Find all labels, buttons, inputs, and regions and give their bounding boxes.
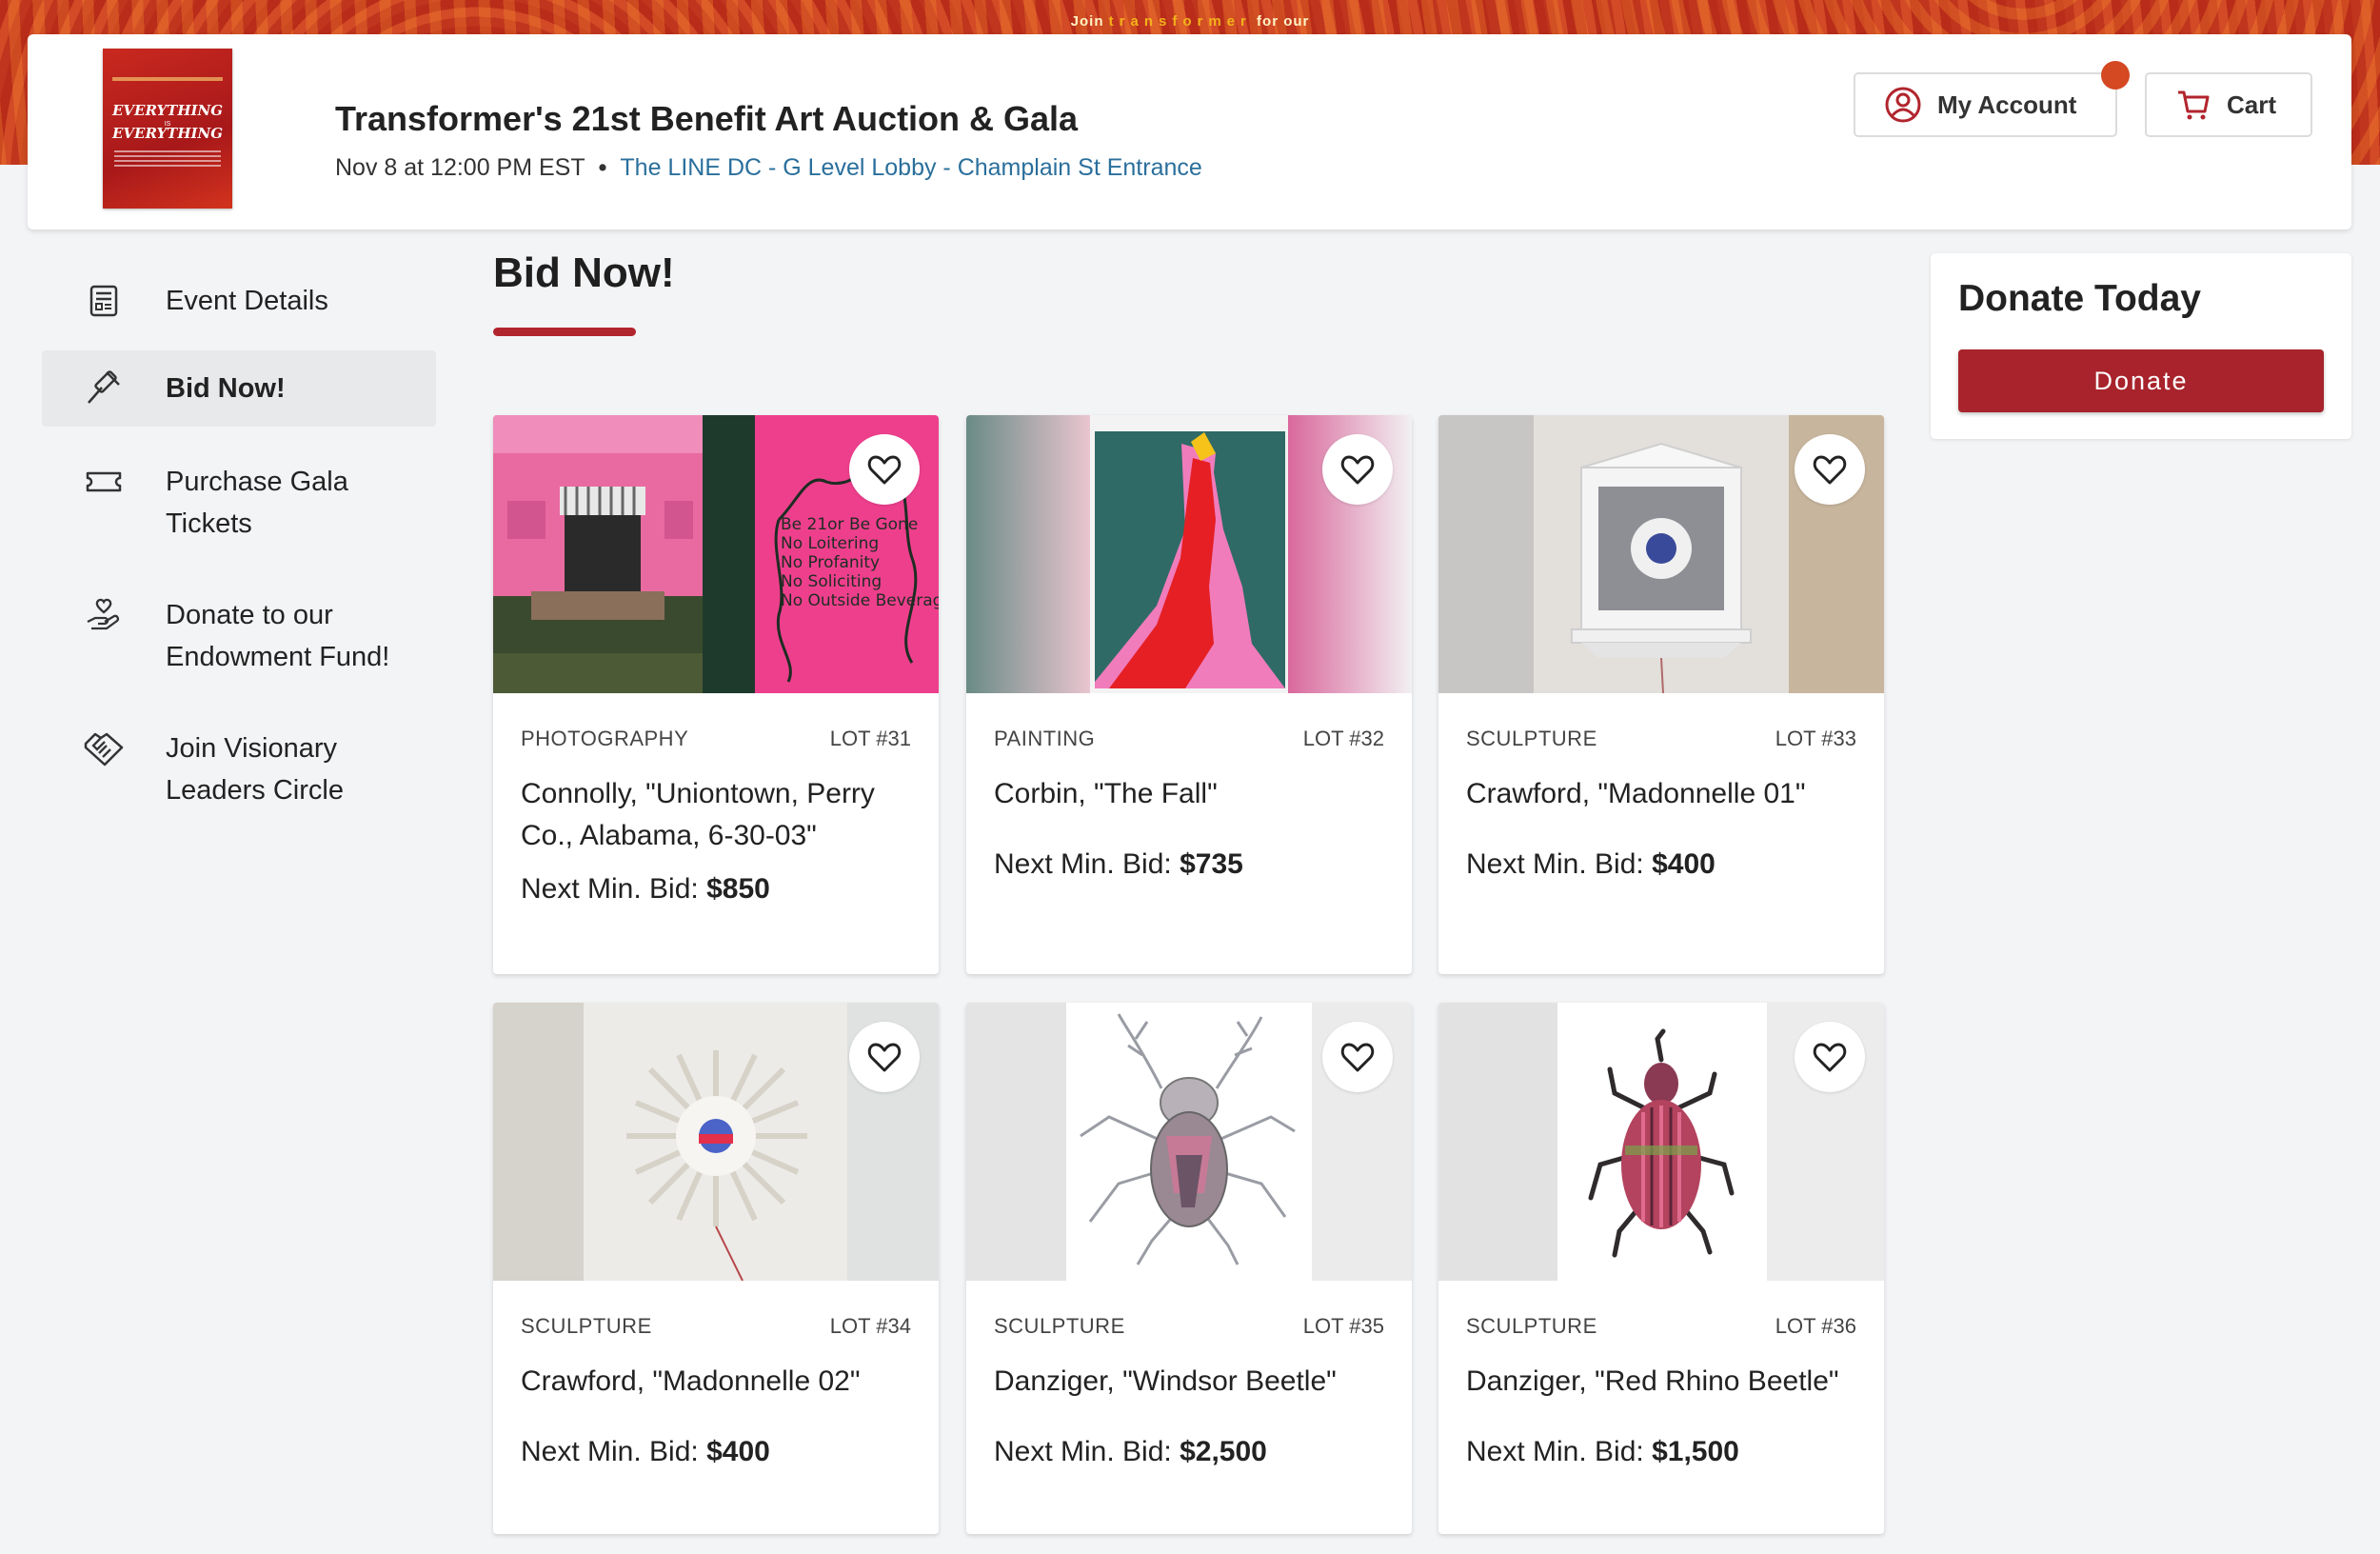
lot-min-bid: Next Min. Bid: $400 <box>1466 848 1716 881</box>
lot-title[interactable]: Danziger, "Red Rhino Beetle" <box>1466 1361 1866 1403</box>
banner-brand: transformer <box>1108 13 1252 30</box>
lot-number: LOT #31 <box>829 727 911 750</box>
lot-min-bid: Next Min. Bid: $850 <box>521 873 770 906</box>
lot-min-bid: Next Min. Bid: $735 <box>994 848 1243 881</box>
sidebar-item-visionary-circle[interactable]: Join Visionary Leaders Circle <box>42 714 436 825</box>
favorite-button[interactable] <box>1322 1022 1393 1092</box>
sidebar-item-donate-endowment[interactable]: Donate to our Endowment Fund! <box>42 581 436 691</box>
lot-min-bid: Next Min. Bid: $400 <box>521 1436 770 1468</box>
bid-label: Next Min. Bid: <box>1466 1436 1644 1467</box>
cart-icon <box>2178 90 2210 120</box>
donate-panel: Donate Today Donate <box>1931 253 2351 439</box>
handshake-icon <box>84 732 124 767</box>
cart-label: Cart <box>2227 90 2277 119</box>
lot-title[interactable]: Corbin, "The Fall" <box>994 773 1394 815</box>
bid-amount: $400 <box>706 1436 770 1467</box>
lot-card[interactable]: SCULPTURE LOT #36 Danziger, "Red Rhino B… <box>1438 1003 1884 1534</box>
heart-icon <box>1340 1043 1375 1072</box>
favorite-button[interactable] <box>849 434 920 505</box>
sidebar-item-label: Purchase Gala Tickets <box>166 467 348 539</box>
lot-card[interactable]: PAINTING LOT #32 Corbin, "The Fall" Next… <box>966 415 1412 974</box>
poster-title-top: EVERYTHING <box>111 102 224 119</box>
bid-label: Next Min. Bid: <box>521 873 699 905</box>
svg-text:Be 21or Be Gone: Be 21or Be Gone <box>781 515 918 534</box>
bid-label: Next Min. Bid: <box>521 1436 699 1467</box>
lot-title[interactable]: Crawford, "Madonnelle 02" <box>521 1361 921 1403</box>
account-icon <box>1885 87 1921 123</box>
poster-title-bottom: EVERYTHING <box>111 125 224 142</box>
event-title: Transformer's 21st Benefit Art Auction &… <box>335 99 1079 138</box>
banner-prefix: Join <box>1070 13 1104 30</box>
notification-dot <box>2101 61 2130 90</box>
my-account-label: My Account <box>1937 90 2077 119</box>
bid-label: Next Min. Bid: <box>994 1436 1172 1467</box>
heart-icon <box>1813 455 1847 485</box>
heart-icon <box>1340 455 1375 485</box>
svg-text:No Outside Beverages: No Outside Beverages <box>781 591 939 610</box>
bid-amount: $850 <box>706 873 770 905</box>
lot-category: PAINTING <box>994 727 1096 750</box>
bid-amount: $400 <box>1652 848 1716 880</box>
lot-title[interactable]: Connolly, "Uniontown, Perry Co., Alabama… <box>521 773 921 857</box>
heart-icon <box>1813 1043 1847 1072</box>
banner-text: Join transformer for our <box>0 13 2380 30</box>
lot-card[interactable]: SCULPTURE LOT #34 Crawford, "Madonnelle … <box>493 1003 939 1534</box>
meta-separator: • <box>598 154 607 181</box>
event-poster-image: EVERYTHING IS EVERYTHING <box>103 49 232 209</box>
sidebar-item-label: Donate to our Endowment Fund! <box>166 600 390 672</box>
donate-button[interactable]: Donate <box>1958 349 2324 412</box>
my-account-button[interactable]: My Account <box>1854 72 2117 137</box>
hand-heart-icon <box>87 598 120 630</box>
donate-title: Donate Today <box>1958 278 2201 319</box>
event-meta: Nov 8 at 12:00 PM EST • The LINE DC - G Le… <box>335 154 1202 182</box>
lot-min-bid: Next Min. Bid: $2,500 <box>994 1436 1267 1468</box>
lot-number: LOT #32 <box>1302 727 1384 750</box>
document-icon <box>89 285 118 317</box>
sidebar-item-purchase-tickets[interactable]: Purchase Gala Tickets <box>42 448 436 558</box>
lot-title[interactable]: Danziger, "Windsor Beetle" <box>994 1361 1394 1403</box>
lot-category: SCULPTURE <box>1466 1314 1597 1338</box>
bid-label: Next Min. Bid: <box>994 848 1172 880</box>
lot-category: SCULPTURE <box>994 1314 1125 1338</box>
banner-suffix: for our <box>1257 13 1310 30</box>
title-underline <box>493 328 636 336</box>
lot-min-bid: Next Min. Bid: $1,500 <box>1466 1436 1739 1468</box>
favorite-button[interactable] <box>1322 434 1393 505</box>
lot-category: SCULPTURE <box>1466 727 1597 750</box>
bid-label: Next Min. Bid: <box>1466 848 1644 880</box>
cart-button[interactable]: Cart <box>2145 72 2312 137</box>
bid-amount: $1,500 <box>1652 1436 1739 1467</box>
sidebar-item-label: Bid Now! <box>166 373 286 404</box>
lot-card[interactable]: SCULPTURE LOT #35 Danziger, "Windsor Bee… <box>966 1003 1412 1534</box>
lot-title[interactable]: Crawford, "Madonnelle 01" <box>1466 773 1866 815</box>
lot-category: PHOTOGRAPHY <box>521 727 689 750</box>
lot-number: LOT #34 <box>829 1314 911 1338</box>
svg-text:No Soliciting: No Soliciting <box>781 572 882 591</box>
event-date: Nov 8 at 12:00 PM EST <box>335 154 585 181</box>
lot-card[interactable]: Be 21or Be Gone No Loitering No Profanit… <box>493 415 939 974</box>
sidebar-item-label: Event Details <box>166 286 328 316</box>
svg-text:No Loitering: No Loitering <box>781 534 879 553</box>
heart-icon <box>867 455 902 485</box>
page-title: Bid Now! <box>493 249 675 296</box>
lot-category: SCULPTURE <box>521 1314 652 1338</box>
sidebar-item-label: Join Visionary Leaders Circle <box>166 733 344 806</box>
favorite-button[interactable] <box>1795 434 1865 505</box>
lot-number: LOT #33 <box>1775 727 1856 750</box>
lot-card[interactable]: SCULPTURE LOT #33 Crawford, "Madonnelle … <box>1438 415 1884 974</box>
favorite-button[interactable] <box>1795 1022 1865 1092</box>
heart-icon <box>867 1043 902 1072</box>
favorite-button[interactable] <box>849 1022 920 1092</box>
svg-text:No Profanity: No Profanity <box>781 553 880 572</box>
event-venue-link[interactable]: The LINE DC - G Level Lobby - Champlain … <box>620 154 1201 181</box>
sidebar-item-bid-now[interactable]: Bid Now! <box>42 350 436 427</box>
ticket-icon <box>86 471 122 492</box>
bid-amount: $735 <box>1180 848 1243 880</box>
lot-number: LOT #36 <box>1775 1314 1856 1338</box>
lot-number: LOT #35 <box>1302 1314 1384 1338</box>
bid-amount: $2,500 <box>1180 1436 1267 1467</box>
gavel-icon <box>88 370 120 404</box>
sidebar-item-event-details[interactable]: Event Details <box>42 267 436 336</box>
